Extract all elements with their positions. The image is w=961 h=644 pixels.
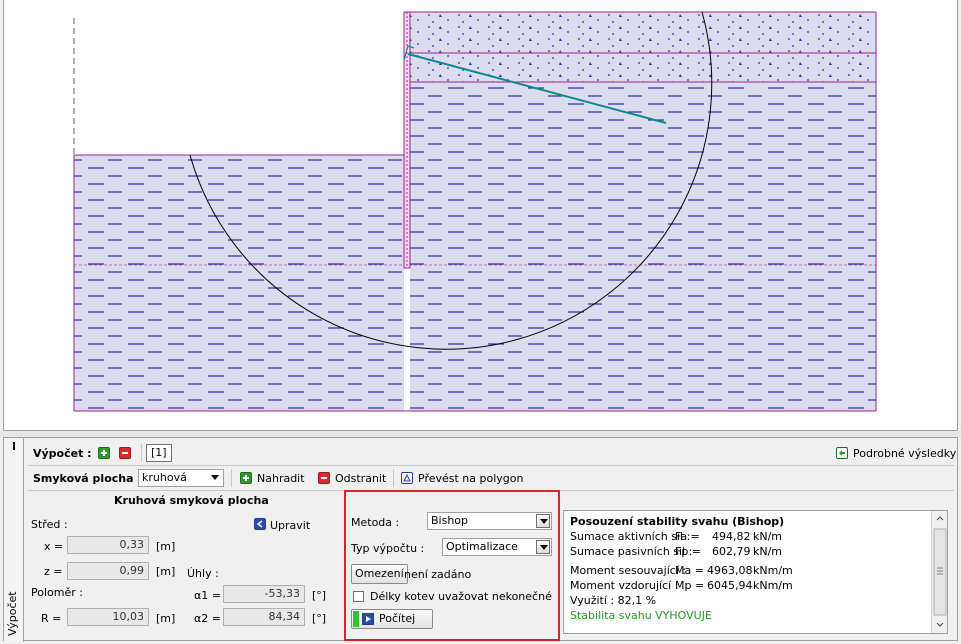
passive-forces-value: 602,79: [712, 545, 751, 558]
run-label: Počítej: [379, 612, 416, 625]
z-unit: [m]: [156, 565, 176, 578]
model-canvas[interactable]: [3, 0, 958, 431]
detailed-results-button[interactable]: Podrobné výsledky: [853, 447, 956, 460]
alpha2-unit: [°]: [312, 612, 327, 625]
z-field[interactable]: 0,99: [67, 562, 149, 580]
results-title: Posouzení stability svahu (Bishop): [570, 515, 785, 528]
anchor-length-checkbox[interactable]: [353, 591, 364, 602]
slip-type-select[interactable]: kruhová: [138, 469, 224, 487]
detail-results-icon: [836, 447, 848, 459]
slip-surface-toolbar: Smyková plocha : kruhová Nahradit Odstra…: [28, 466, 954, 491]
chevron-down-icon: [536, 540, 550, 554]
center-label: Střed :: [31, 518, 68, 531]
progress-indicator: [353, 611, 359, 627]
vypocet-label: Výpočet :: [33, 447, 92, 460]
x-field[interactable]: 0,33: [67, 536, 149, 554]
sliding-moment-symbol: Ma =: [675, 564, 704, 577]
alpha2-label: α2 =: [194, 612, 221, 625]
circle-panel-title: Kruhová smyková plocha: [114, 494, 269, 507]
divider: [231, 469, 232, 487]
method-label: Metoda :: [351, 516, 400, 529]
passive-forces-unit: kN/m: [753, 545, 783, 558]
calc-type-label: Typ výpočtu :: [351, 542, 425, 555]
x-label: x =: [44, 540, 64, 553]
resisting-moment-unit: kNm/m: [753, 579, 793, 592]
results-scrollbar[interactable]: [931, 511, 947, 633]
constraints-button[interactable]: Omezení: [351, 564, 408, 584]
passive-forces-symbol: Fp =: [675, 545, 702, 558]
method-panel: Metoda : Bishop Typ výpočtu : Optimaliza…: [344, 490, 560, 641]
anchor-length-label: Délky kotev uvažovat nekonečné: [370, 590, 552, 603]
replace-button[interactable]: Nahradit: [257, 472, 305, 485]
alpha1-label: α1 =: [194, 589, 221, 602]
slip-surface-label: Smyková plocha :: [33, 472, 142, 485]
remove-icon: [318, 472, 330, 484]
plus-icon[interactable]: [98, 447, 110, 459]
r-label: R =: [41, 612, 62, 625]
chevron-down-icon: [536, 514, 550, 528]
active-forces-symbol: Fa =: [675, 530, 700, 543]
passive-forces-label: Sumace pasivních sil :: [570, 545, 693, 558]
sliding-moment-unit: kNm/m: [753, 564, 793, 577]
resisting-moment-label: Moment vzdorující :: [570, 579, 679, 592]
calc-type-value: Optimalizace: [446, 540, 518, 553]
alpha2-field[interactable]: 84,34: [223, 608, 305, 626]
alpha1-unit: [°]: [312, 589, 327, 602]
r-unit: [m]: [156, 612, 176, 625]
radius-label: Poloměr :: [31, 586, 83, 599]
method-value: Bishop: [431, 514, 469, 527]
slip-type-value: kruhová: [142, 471, 187, 484]
z-label: z =: [44, 565, 63, 578]
resisting-moment-symbol: Mp =: [675, 579, 705, 592]
active-forces-label: Sumace aktivních sil :: [570, 530, 691, 543]
run-button[interactable]: Počítej: [351, 609, 433, 629]
slope-drawing: [73, 11, 877, 412]
edit-icon: [254, 518, 266, 530]
constraints-status: není zadáno: [404, 568, 472, 581]
polygon-convert-icon: [401, 472, 413, 484]
calculation-panel: Výpočet Výpočet : [1] Podrobné výsledky …: [3, 437, 958, 642]
edit-button[interactable]: Upravit: [270, 519, 310, 532]
method-select[interactable]: Bishop: [427, 512, 552, 530]
divider: [393, 469, 394, 487]
side-tab-label: Výpočet: [6, 591, 19, 636]
radius-field[interactable]: 10,03: [67, 608, 149, 626]
remove-button[interactable]: Odstranit: [335, 472, 386, 485]
results-box: Posouzení stability svahu (Bishop) Sumac…: [563, 510, 948, 634]
replace-icon: [240, 472, 252, 484]
stage-toolbar: Výpočet : [1] Podrobné výsledky: [28, 440, 956, 466]
play-icon: [362, 613, 374, 625]
convert-to-polygon-button[interactable]: Převést na polygon: [418, 472, 523, 485]
active-forces-unit: kN/m: [753, 530, 783, 543]
minus-icon[interactable]: [119, 447, 131, 459]
active-forces-value: 494,82: [712, 530, 751, 543]
resisting-moment-value: 6045,94: [707, 579, 753, 592]
tab-marker: [13, 442, 15, 450]
stability-verdict: Stabilita svahu VYHOVUJE: [570, 609, 712, 622]
x-unit: [m]: [156, 540, 176, 553]
sliding-moment-label: Moment sesouvající :: [570, 564, 687, 577]
utilization-text: Využití : 82,1 %: [570, 594, 657, 607]
side-tab-vypocet[interactable]: Výpočet: [4, 438, 24, 642]
divider: [141, 444, 142, 462]
angles-label: Úhly :: [187, 567, 219, 580]
sliding-moment-value: 4963,08: [707, 564, 753, 577]
stage-tab-1[interactable]: [1]: [146, 444, 172, 462]
alpha1-field[interactable]: -53,33: [223, 585, 305, 603]
chevron-down-icon: [208, 471, 222, 485]
calc-type-select[interactable]: Optimalizace: [442, 538, 552, 556]
